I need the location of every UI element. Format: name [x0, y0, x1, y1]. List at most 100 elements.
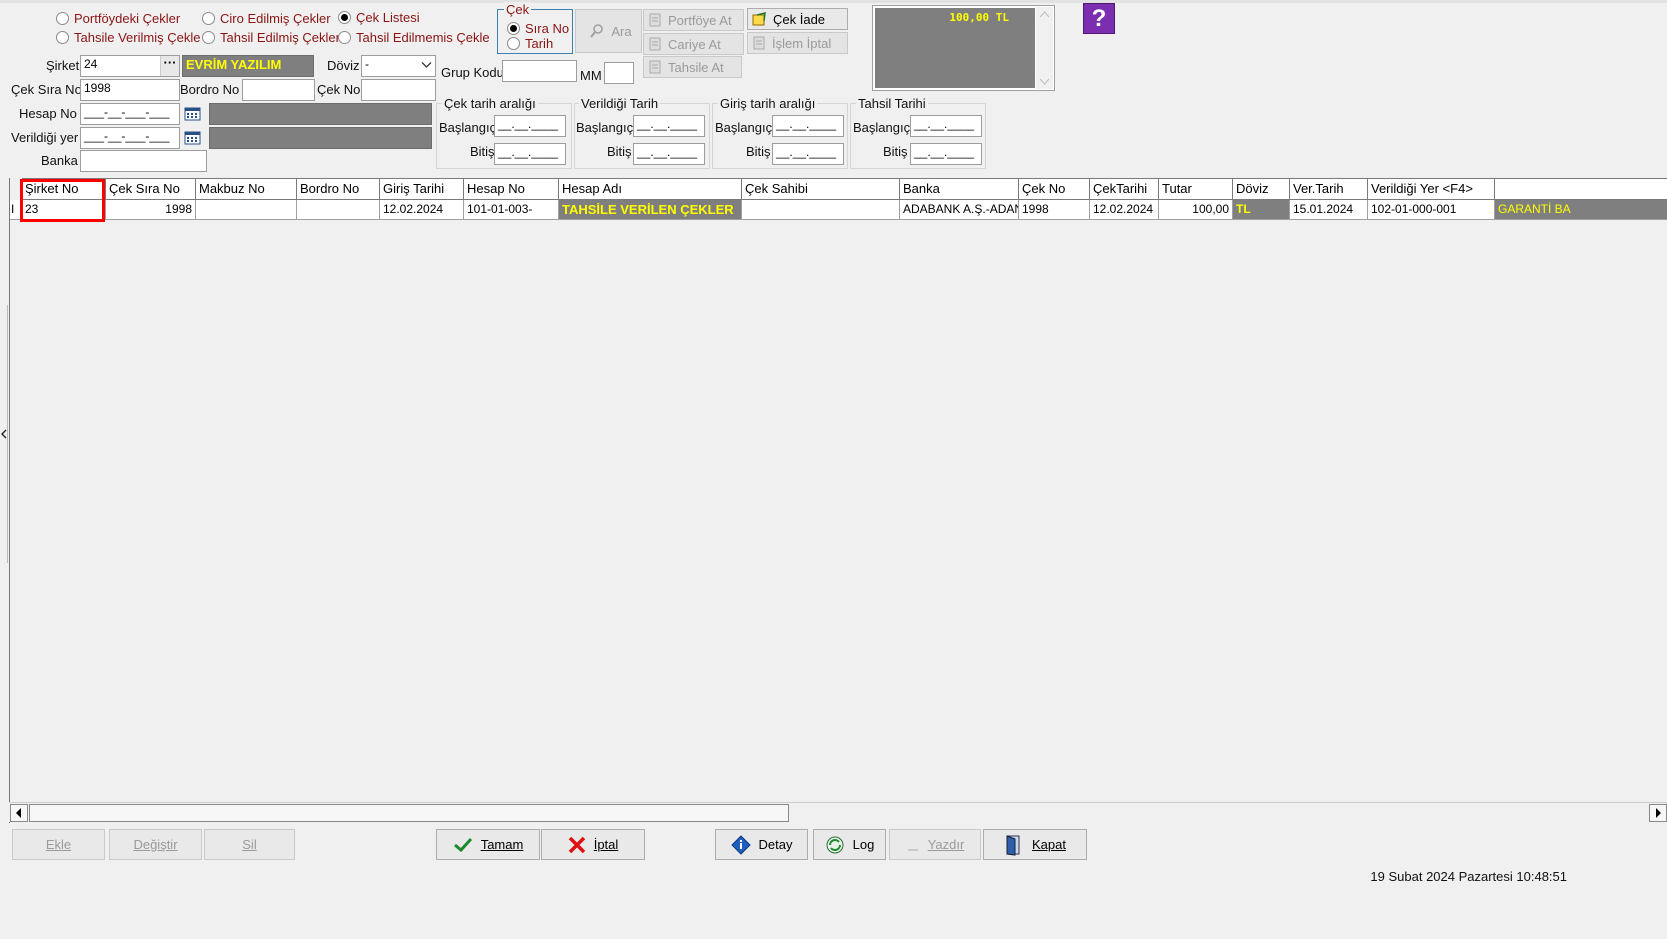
scroll-right-icon[interactable] — [1649, 804, 1667, 822]
verildigi-yer-name-field — [209, 127, 432, 149]
baslangic-label: Başlangıç — [853, 120, 911, 135]
radio-label: Tahsile Verilmiş Çekle — [74, 30, 201, 45]
table-cell[interactable]: 12.02.2024 — [380, 200, 464, 220]
cek-bitis-input[interactable]: __.__.____ — [494, 143, 566, 165]
table-cell[interactable]: GARANTİ BA — [1495, 200, 1667, 220]
col-header[interactable]: Tutar — [1159, 178, 1233, 200]
horizontal-scrollbar[interactable] — [9, 802, 1667, 822]
yazdir-button[interactable]: Yazdır — [889, 829, 981, 860]
mm-input[interactable] — [604, 62, 634, 84]
radio-sira-no[interactable]: Sıra No — [507, 21, 569, 36]
doviz-select[interactable]: - — [361, 55, 436, 77]
kapat-label: Kapat — [1032, 837, 1066, 852]
hesap-no-input[interactable]: ___-__-___-___ — [80, 103, 180, 125]
cek-baslangic-input[interactable]: __.__.____ — [494, 115, 566, 137]
memo-scrollbar[interactable] — [1036, 7, 1053, 89]
banka-input[interactable] — [80, 150, 207, 172]
radio-tahsil-edilmis[interactable]: Tahsil Edilmiş Çekler — [202, 30, 340, 45]
verildigi-yer-input[interactable]: ___-__-___-___ — [80, 127, 180, 149]
scroll-thumb[interactable] — [29, 804, 789, 822]
tamam-label: Tamam — [480, 837, 524, 852]
radio-ciro[interactable]: Ciro Edilmiş Çekler — [202, 11, 331, 26]
radio-cek-listesi[interactable]: Çek Listesi — [338, 10, 420, 25]
col-header[interactable]: Ver.Tarih — [1290, 178, 1368, 200]
table-cell[interactable]: 1998 — [106, 200, 196, 220]
islem-iptal-button[interactable]: İşlem İptal — [747, 32, 848, 54]
table-cell[interactable]: TAHSİLE VERİLEN ÇEKLER — [559, 200, 742, 220]
tamam-button[interactable]: Tamam — [436, 829, 540, 860]
cek-grid[interactable]: Şirket No Çek Sıra No Makbuz No Bordro N… — [9, 178, 1667, 823]
col-header[interactable]: Çek Sahibi — [742, 178, 900, 200]
log-button[interactable]: Log — [813, 829, 886, 860]
verildigi-bitis-input[interactable]: __.__.____ — [633, 143, 705, 165]
kapat-button[interactable]: Kapat — [983, 829, 1087, 860]
banka-label: Banka — [41, 153, 78, 168]
refresh-icon — [825, 835, 845, 855]
left-splitter[interactable] — [0, 305, 8, 563]
printer-icon — [906, 838, 920, 852]
portfoye-at-button[interactable]: Portföye At — [643, 9, 744, 31]
col-header[interactable]: Hesap No — [464, 178, 559, 200]
radio-portfoydeki[interactable]: Portföydeki Çekler — [56, 11, 180, 26]
sirket-name-field: EVRİM YAZILIM — [182, 55, 314, 77]
giris-bitis-input[interactable]: __.__.____ — [772, 143, 844, 165]
iptal-button[interactable]: İptal — [541, 829, 645, 860]
col-header[interactable]: Çek No — [1019, 178, 1090, 200]
ekle-button[interactable]: Ekle — [12, 829, 105, 860]
yazdir-label: Yazdır — [927, 837, 965, 852]
row-indicator[interactable]: I — [10, 200, 22, 220]
table-cell[interactable]: 101-01-003- — [464, 200, 559, 220]
radio-tahsile-verilmis[interactable]: Tahsile Verilmiş Çekle — [56, 30, 200, 45]
col-header[interactable]: Verildiği Yer <F4> — [1368, 178, 1495, 200]
scroll-left-icon[interactable] — [10, 804, 28, 822]
hesap-no-label: Hesap No — [19, 106, 77, 121]
cek-no-input[interactable] — [361, 79, 436, 101]
radio-circle — [56, 12, 69, 25]
cariye-at-button[interactable]: Cariye At — [643, 33, 744, 55]
sil-button[interactable]: Sil — [204, 829, 295, 860]
radio-tahsil-edilmemis[interactable]: Tahsil Edilmemis Çekle — [338, 30, 490, 45]
tahsil-bitis-input[interactable]: __.__.____ — [910, 143, 982, 165]
col-header[interactable] — [1495, 178, 1667, 200]
radio-tarih[interactable]: Tarih — [507, 36, 553, 51]
degistir-button[interactable]: Değiştir — [109, 829, 202, 860]
detay-button[interactable]: Detay — [715, 829, 808, 860]
table-cell[interactable]: 15.01.2024 — [1290, 200, 1368, 220]
giris-baslangic-input[interactable]: __.__.____ — [772, 115, 844, 137]
table-cell[interactable]: TL — [1233, 200, 1290, 220]
tahsile-at-button[interactable]: Tahsile At — [643, 56, 742, 78]
tahsil-baslangic-input[interactable]: __.__.____ — [910, 115, 982, 137]
table-cell[interactable]: 1998 — [1019, 200, 1090, 220]
calendar-icon[interactable] — [183, 129, 203, 147]
help-icon[interactable]: ? — [1083, 3, 1115, 34]
table-cell[interactable]: 100,00 — [1159, 200, 1233, 220]
col-header[interactable]: ÇekTarihi — [1090, 178, 1159, 200]
col-header[interactable]: Bordro No — [297, 178, 380, 200]
radio-circle — [338, 31, 351, 44]
cek-iade-button[interactable]: Çek İade — [747, 8, 848, 30]
calendar-icon[interactable] — [183, 105, 203, 123]
ara-button[interactable]: Ara — [575, 9, 642, 53]
table-cell[interactable] — [196, 200, 297, 220]
cek-sira-label: Çek Sıra No — [11, 82, 82, 97]
col-header[interactable]: Çek Sıra No — [106, 178, 196, 200]
table-cell[interactable]: ADABANK A.Ş.-ADANA — [900, 200, 1019, 220]
col-header[interactable]: Hesap Adı — [559, 178, 742, 200]
table-cell[interactable]: 23 — [22, 200, 106, 220]
col-header[interactable]: Giriş Tarihi — [380, 178, 464, 200]
grup-kodu-input[interactable] — [502, 60, 577, 82]
col-header[interactable]: Banka — [900, 178, 1019, 200]
table-cell[interactable]: 12.02.2024 — [1090, 200, 1159, 220]
bitis-label: Bitiş — [746, 144, 771, 159]
verildigi-baslangic-input[interactable]: __.__.____ — [633, 115, 705, 137]
bordro-input[interactable] — [242, 79, 315, 101]
col-header[interactable]: Döviz — [1233, 178, 1290, 200]
table-cell[interactable]: 102-01-000-001 — [1368, 200, 1495, 220]
cek-sira-input[interactable]: 1998 — [80, 79, 180, 101]
sirket-lookup-button[interactable]: ··· — [160, 56, 179, 76]
verildigi-yer-label: Verildiği yer — [11, 130, 79, 145]
col-header[interactable]: Şirket No — [22, 178, 106, 200]
table-cell[interactable] — [297, 200, 380, 220]
table-cell[interactable] — [742, 200, 900, 220]
col-header[interactable]: Makbuz No — [196, 178, 297, 200]
